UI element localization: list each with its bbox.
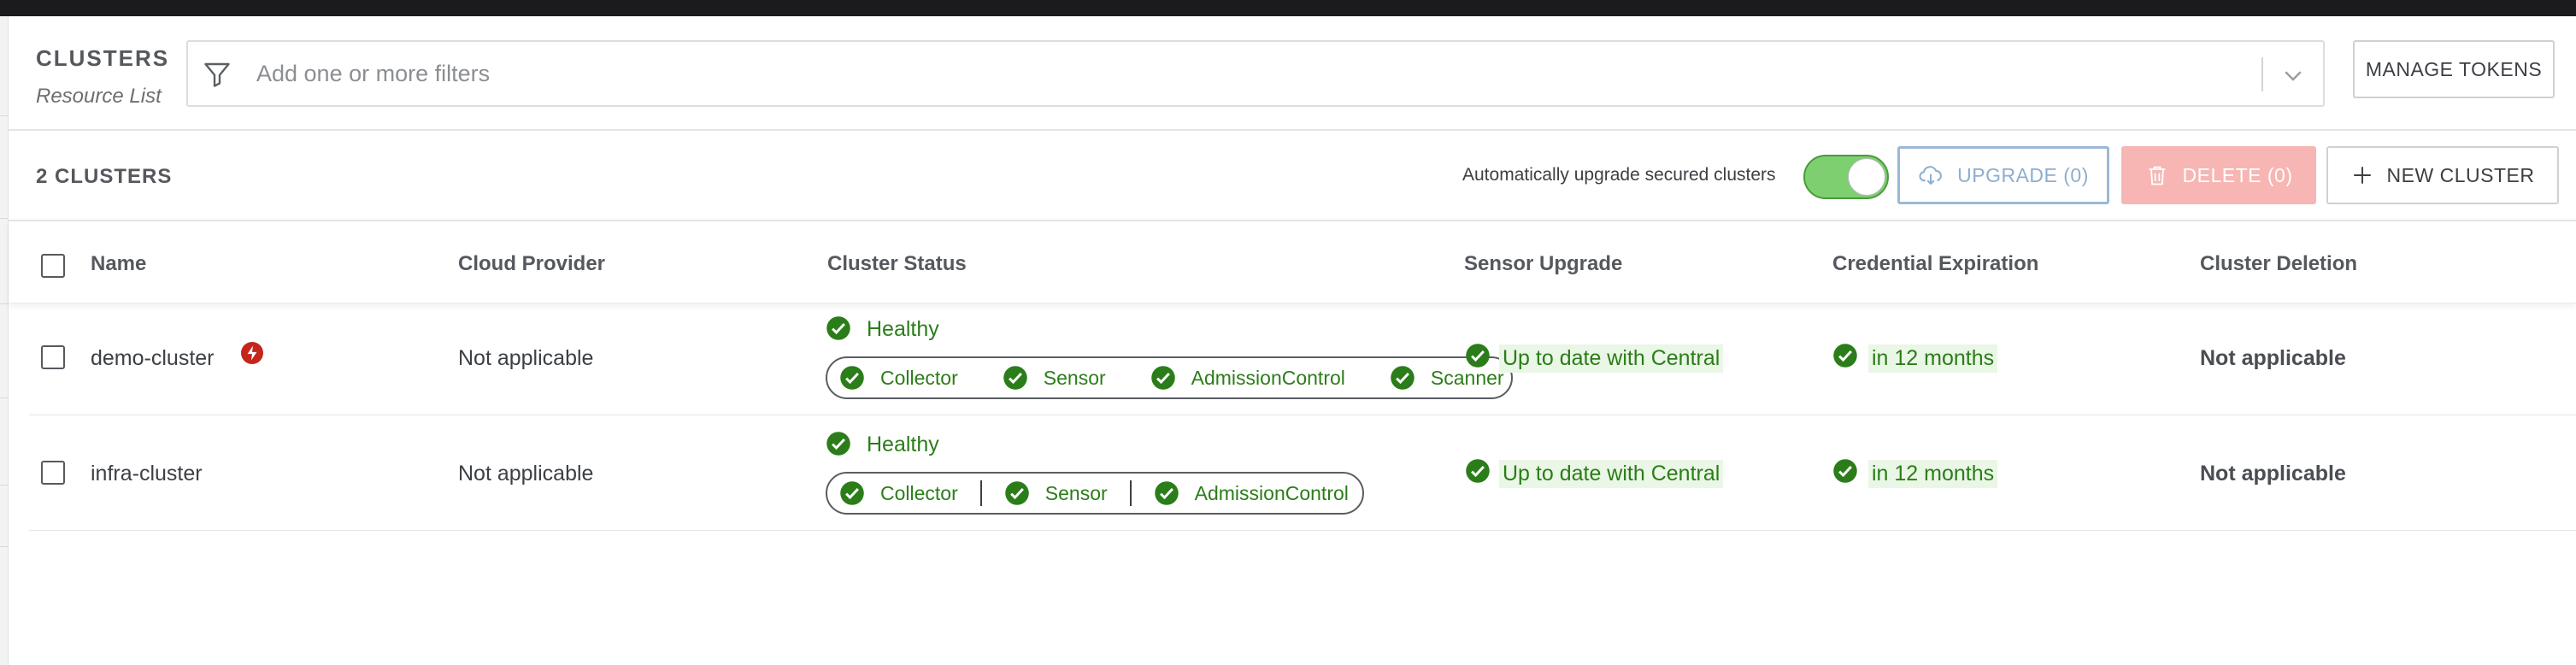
select-all-checkbox[interactable] [41,254,65,278]
row-checkbox[interactable] [41,345,65,369]
auto-upgrade-label: Automatically upgrade secured clusters [1462,165,1776,185]
table-row[interactable]: demo-cluster Not applicable Healthy Coll… [29,303,2576,415]
cluster-count: 2 CLUSTERS [36,165,173,188]
page-header: CLUSTERS Resource List Add one or more f… [9,16,2576,131]
new-cluster-button[interactable]: NEW CLUSTER [2326,146,2559,204]
column-header-credential-expiration[interactable]: Credential Expiration [1832,252,2038,276]
check-circle-icon [840,366,864,390]
left-nav-strip [0,16,9,665]
check-circle-icon [1005,481,1029,505]
upgrade-label: UPGRADE (0) [1957,163,2089,186]
new-cluster-label: NEW CLUSTER [2386,163,2535,186]
filter-search-input[interactable]: Add one or more filters [186,40,2325,107]
component-admission-control: AdmissionControl [1154,480,1349,506]
cluster-name[interactable]: demo-cluster [91,346,215,371]
cloud-provider: Not applicable [458,346,594,370]
check-circle-icon [1391,366,1414,390]
status-healthy: Healthy [867,317,939,341]
component-scanner: Scanner [1390,365,1504,391]
top-bar [0,0,2576,16]
page-title: CLUSTERS [36,45,170,71]
trash-icon [2149,166,2165,185]
check-circle-icon [1833,459,1857,483]
check-circle-icon [1466,459,1490,483]
check-circle-icon [826,316,850,340]
component-sensor: Sensor [1003,365,1106,391]
filter-placeholder: Add one or more filters [256,61,491,86]
sensor-upgrade-status: Up to date with Central [1499,344,1724,373]
toggle-knob [1848,158,1885,196]
auto-upgrade-toggle[interactable] [1803,155,1889,199]
delete-label: DELETE (0) [2182,163,2293,186]
alert-bolt-icon [241,342,263,364]
page-subtitle: Resource List [36,85,162,108]
table-row[interactable]: infra-cluster Not applicable Healthy Col… [29,415,2576,531]
row-checkbox[interactable] [41,461,65,485]
component-admission-control: AdmissionControl [1150,365,1345,391]
cluster-deletion: Not applicable [2200,346,2346,370]
credential-expiration: in 12 months [1868,344,1998,373]
component-status-pill: Collector Sensor AdmissionControl Scanne… [826,356,1513,399]
status-healthy: Healthy [867,433,939,456]
manage-tokens-button[interactable]: MANAGE TOKENS [2353,40,2555,98]
sensor-upgrade-status: Up to date with Central [1499,460,1724,488]
column-header-cluster-status[interactable]: Cluster Status [827,252,967,276]
table-header: Name Cloud Provider Cluster Status Senso… [9,221,2576,303]
cluster-name[interactable]: infra-cluster [91,462,203,486]
check-circle-icon [1150,366,1175,390]
component-collector: Collector [839,480,958,506]
check-circle-icon [840,481,864,505]
check-circle-icon [1466,344,1490,368]
check-circle-icon [1833,344,1857,368]
check-circle-icon [826,432,850,456]
cluster-deletion: Not applicable [2200,462,2346,486]
delete-button[interactable]: DELETE (0) [2121,146,2316,204]
check-circle-icon [1003,366,1027,390]
component-status-pill: Collector Sensor AdmissionControl [826,472,1364,515]
filter-divider [2261,57,2263,91]
column-header-name[interactable]: Name [91,252,146,276]
component-sensor: Sensor [1004,480,1108,506]
table-toolbar: 2 CLUSTERS Automatically upgrade secured… [9,132,2576,221]
filter-icon [204,62,230,87]
cloud-download-icon [1919,166,1943,185]
credential-expiration: in 12 months [1868,460,1998,488]
cloud-provider: Not applicable [458,462,594,486]
upgrade-button[interactable]: UPGRADE (0) [1897,146,2109,204]
column-header-sensor-upgrade[interactable]: Sensor Upgrade [1464,252,1622,276]
component-collector: Collector [839,365,958,391]
check-circle-icon [1154,481,1179,505]
plus-icon [2353,167,2371,184]
chevron-down-icon[interactable] [2280,62,2306,88]
column-header-cluster-deletion[interactable]: Cluster Deletion [2200,252,2357,276]
column-header-cloud-provider[interactable]: Cloud Provider [458,252,605,276]
